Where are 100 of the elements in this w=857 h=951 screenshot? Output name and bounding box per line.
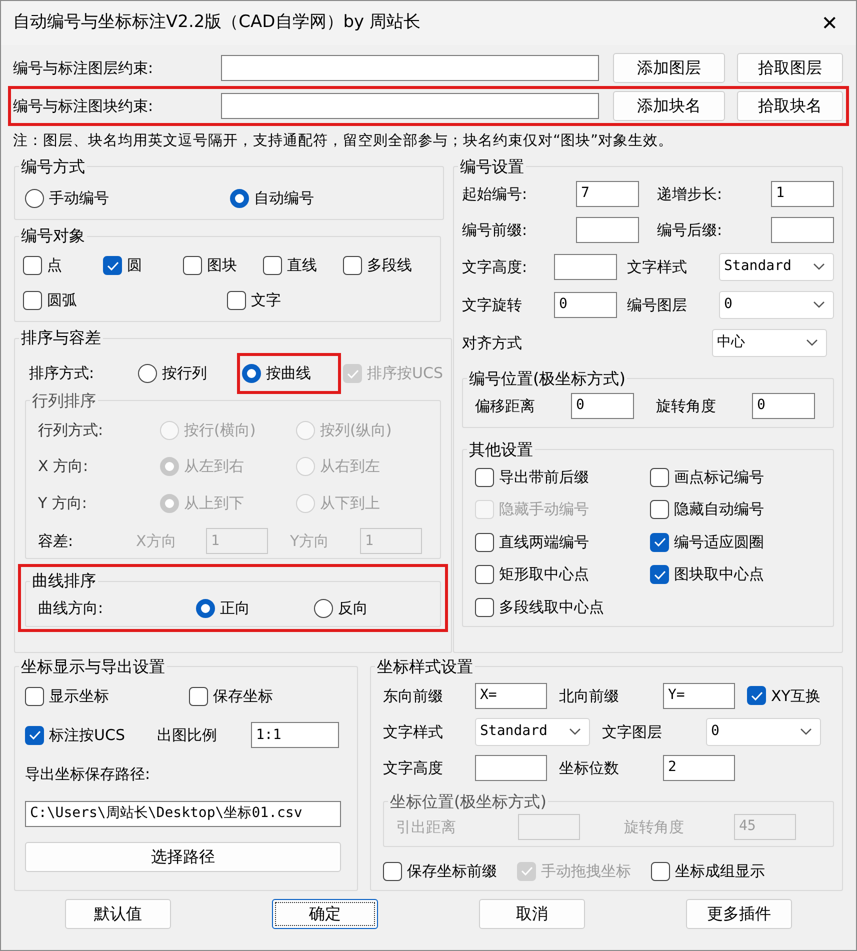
push-button[interactable]: 选择路径 [25, 842, 341, 872]
radio-button[interactable]: 手动编号 [25, 186, 109, 210]
text-field[interactable] [554, 254, 617, 280]
text-field[interactable] [771, 216, 834, 243]
field-label: 曲线方向: [38, 598, 104, 620]
radio-button[interactable]: 正向 [196, 597, 250, 620]
dropdown[interactable]: Standard [475, 718, 590, 746]
checkbox[interactable]: 文字 [227, 288, 281, 312]
field-label: 旋转角度 [656, 396, 717, 416]
push-button[interactable]: 拾取块名 [737, 91, 843, 121]
group-title: 坐标位置(极坐标方式) [389, 790, 548, 813]
text-field[interactable]: 0 [571, 392, 634, 419]
checkmark-icon [106, 260, 118, 270]
push-button[interactable]: 更多插件 [686, 899, 792, 930]
field-label: 东向前缀 [383, 686, 444, 706]
checkbox[interactable]: 画点标记编号 [650, 466, 825, 488]
radio-button[interactable]: 反向 [314, 597, 368, 620]
field-label: Y 方向: [38, 492, 88, 514]
group-title: 排序与容差 [20, 327, 102, 350]
checkbox[interactable]: 编号适应圆圈 [650, 530, 825, 554]
text-field[interactable]: 0 [554, 292, 617, 318]
checkbox[interactable]: 直线两端编号 [475, 530, 650, 554]
checkbox[interactable]: 保存坐标 [189, 684, 273, 708]
radio-button[interactable]: 按行列 [138, 362, 207, 385]
chevron-down-icon [806, 338, 818, 347]
group-title: 其他设置 [468, 438, 534, 461]
field-label: X 方向: [38, 456, 90, 478]
group-title: 坐标样式设置 [376, 656, 474, 678]
text-field[interactable]: 7 [576, 180, 639, 207]
text-field[interactable]: X= [475, 682, 547, 709]
chevron-down-icon [813, 300, 825, 309]
field-label: 引出距离 [396, 816, 457, 838]
checkbox[interactable]: 多段线取中心点 [475, 596, 650, 618]
checkbox[interactable]: 矩形取中心点 [475, 563, 650, 586]
field-label: Y方向 [290, 531, 330, 552]
checkbox[interactable]: 隐藏自动编号 [650, 498, 825, 521]
checkbox[interactable]: 保存坐标前缀 [383, 860, 497, 882]
push-button[interactable]: 默认值 [65, 899, 171, 930]
field-label: 编号后缀: [657, 220, 724, 240]
group-title: 编号方式 [20, 156, 86, 178]
dropdown[interactable]: Standard [719, 252, 834, 281]
push-button[interactable]: 添加块名 [613, 91, 725, 121]
text-field[interactable] [221, 93, 599, 119]
field-label: 坐标位数 [559, 758, 620, 778]
field-label: 编号与标注图层约束: [13, 58, 154, 79]
text-field[interactable] [221, 55, 599, 81]
text-field[interactable]: 2 [663, 754, 735, 781]
checkbox[interactable]: 图块 [183, 254, 237, 277]
push-button[interactable]: 添加图层 [613, 53, 725, 83]
field-label: 偏移距离 [475, 396, 536, 416]
dropdown[interactable]: 0 [706, 718, 821, 746]
text-field[interactable] [475, 754, 547, 781]
push-button[interactable]: 取消 [479, 899, 585, 930]
field-label: 文字旋转 [462, 294, 523, 316]
group-title: 行列排序 [31, 390, 97, 412]
note-text: 注：图层、块名均用英文逗号隔开，支持通配符，留空则全部参与；块名约束仅对“图块”对象生效。 [12, 132, 674, 151]
group-title: 曲线排序 [31, 570, 97, 592]
checkbox[interactable]: 导出带前后缀 [475, 466, 650, 488]
field-label: 文字样式 [627, 256, 688, 278]
checkbox[interactable]: 显示坐标 [25, 684, 109, 708]
radio-button[interactable]: 自动编号 [230, 186, 314, 210]
push-button[interactable]: 拾取图层 [737, 53, 843, 83]
checkbox[interactable]: 圆 [103, 254, 142, 277]
chevron-down-icon [800, 728, 812, 736]
text-field[interactable]: 1:1 [251, 722, 339, 748]
field-label: 文字高度 [383, 758, 444, 778]
checkmark-icon [654, 537, 666, 547]
text-field[interactable]: Y= [663, 682, 735, 709]
dropdown[interactable]: 0 [719, 290, 834, 319]
window-title: 自动编号与坐标标注V2.2版（CAD自学网）by 周站长 [13, 11, 421, 34]
field-label: 文字样式 [383, 722, 444, 742]
checkbox[interactable]: 多段线 [343, 254, 412, 277]
checkbox[interactable]: 圆弧 [23, 288, 77, 312]
checkbox[interactable]: 直线 [263, 254, 317, 277]
field-label: 起始编号: [462, 184, 528, 204]
field-label: 排序方式: [29, 363, 96, 384]
field-label: X方向 [136, 531, 178, 552]
field-label: 容差: [38, 531, 74, 552]
field-label: 导出坐标保存路径: [25, 764, 152, 786]
field-label: 文字图层 [602, 722, 663, 742]
group-title: 坐标显示与导出设置 [20, 656, 166, 678]
checkbox[interactable]: 标注按UCS [25, 724, 125, 746]
close-button[interactable]: ✕ [821, 8, 838, 38]
text-field[interactable]: 0 [752, 392, 815, 419]
chevron-down-icon [813, 262, 825, 271]
text-field[interactable]: C:\Users\周站长\Desktop\坐标01.csv [25, 800, 341, 827]
text-field[interactable] [576, 216, 639, 243]
field-label: 北向前缀 [559, 686, 620, 706]
field-label: 行列方式: [38, 420, 104, 441]
dropdown[interactable]: 中心 [712, 328, 827, 357]
field-label: 文字高度: [462, 256, 528, 278]
push-button[interactable]: 确定 [272, 899, 378, 930]
checkbox[interactable]: 点 [23, 254, 62, 277]
checkbox[interactable]: 图块取中心点 [650, 563, 825, 586]
checkmark-icon [750, 690, 762, 701]
radio-button[interactable]: 按曲线 [242, 362, 311, 385]
checkbox[interactable]: XY互换 [747, 684, 820, 707]
text-field[interactable]: 1 [771, 180, 834, 207]
field-label: 对齐方式 [462, 332, 523, 354]
checkbox[interactable]: 坐标成组显示 [651, 860, 765, 882]
